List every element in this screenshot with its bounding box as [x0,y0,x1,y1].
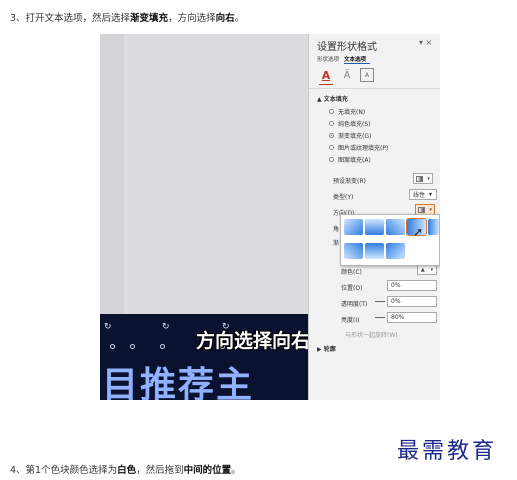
video-caption: 方向选择向右 [196,330,311,352]
direction-option[interactable] [428,219,439,235]
selection-handle[interactable] [160,344,165,349]
direction-option[interactable] [344,219,363,235]
radio-icon[interactable] [329,145,334,150]
active-subtab-indicator [319,84,333,85]
preset-gradient-dropdown[interactable]: ▾ [413,173,433,184]
direction-option[interactable] [386,219,405,235]
angle-label: 角 [333,226,340,233]
radio-selected-icon[interactable] [329,133,334,138]
chevron-down-icon: ▾ [429,206,432,213]
radio-picture-fill[interactable]: 图片或纹理填充(P) [329,143,388,152]
paint-bucket-icon: ▲ [420,266,425,273]
instruction-step-4: 4、第1个色块颜色选择为白色，然后拖到中间的位置。 [10,465,241,476]
transparency-spinner[interactable]: 0% [387,296,437,307]
chevron-down-icon: ▾ [429,191,433,198]
direction-option[interactable] [344,243,363,259]
direction-option[interactable] [386,243,405,259]
gradient-stops-label: 渐 [333,240,340,247]
tutorial-screenshot: ↻ ↻ ↻ 目推荐主 方向选择向右 设置形状格式 ▾ × 形状选项 文本选项 A… [100,34,440,400]
transparency-label: 透明度(T) [341,301,368,308]
watermark-logo: 最需教育 [397,439,498,464]
instruction-step-3: 3、打开文本选项，然后选择渐变填充，方向选择向右。 [10,13,245,24]
transparency-slider[interactable] [375,301,385,302]
tab-text-options[interactable]: 文本选项 [344,55,366,63]
radio-solid-fill[interactable]: 纯色填充(S) [329,119,371,128]
outline-section-header[interactable]: ▶ 轮廓 [317,344,336,353]
pane-close-controls[interactable]: ▾ × [419,38,432,47]
radio-icon[interactable] [329,121,334,126]
divider [309,88,440,89]
selection-handle[interactable] [130,344,135,349]
radio-no-fill[interactable]: 无填充(N) [329,107,365,116]
radio-icon[interactable] [329,109,334,114]
direction-option[interactable] [365,219,384,235]
brightness-slider[interactable] [375,317,385,318]
text-effects-icon[interactable]: Ä [340,68,354,82]
radio-gradient-fill[interactable]: 渐变填充(G) [329,131,371,140]
text-fill-section-header[interactable]: ▲ 文本填充 [317,94,348,103]
rotate-handle-icon[interactable]: ↻ [162,322,170,332]
position-spinner[interactable]: 0% [387,280,437,291]
position-label: 位置(O) [341,285,363,292]
text-fill-outline-icon[interactable]: A [319,68,333,82]
type-select[interactable]: 线性 ▾ [409,189,437,200]
selection-handle[interactable] [110,344,115,349]
brightness-spinner[interactable]: 80% [387,312,437,323]
mouse-pointer-icon: ➚ [413,225,424,239]
radio-pattern-fill[interactable]: 图案填充(A) [329,155,371,164]
gradient-direction-gallery [340,214,440,266]
color-label: 颜色(C) [341,269,362,276]
rotate-with-shape-checkbox[interactable]: 与形状一起旋转(W) [345,330,398,339]
tab-shape-options[interactable]: 形状选项 [317,55,339,63]
slide-canvas: ↻ ↻ ↻ 目推荐主 方向选择向右 [100,34,311,400]
chevron-down-icon: ▾ [430,266,434,273]
brightness-label: 亮度(I) [341,317,360,324]
active-tab-indicator [344,63,370,64]
gradient-direction-icon [418,206,426,213]
preset-gradient-label: 预设渐变(R) [333,178,366,185]
slide-title-text[interactable]: 目推荐主 [102,356,254,400]
rotate-handle-icon[interactable]: ↻ [104,322,112,332]
type-label: 类型(Y) [333,194,354,201]
direction-option[interactable] [365,243,384,259]
chevron-down-icon: ▾ [427,175,430,182]
pane-title: 设置形状格式 [317,42,377,53]
textbox-icon[interactable]: A [360,68,374,82]
radio-icon[interactable] [329,157,334,162]
gradient-swatch-icon [416,175,424,182]
